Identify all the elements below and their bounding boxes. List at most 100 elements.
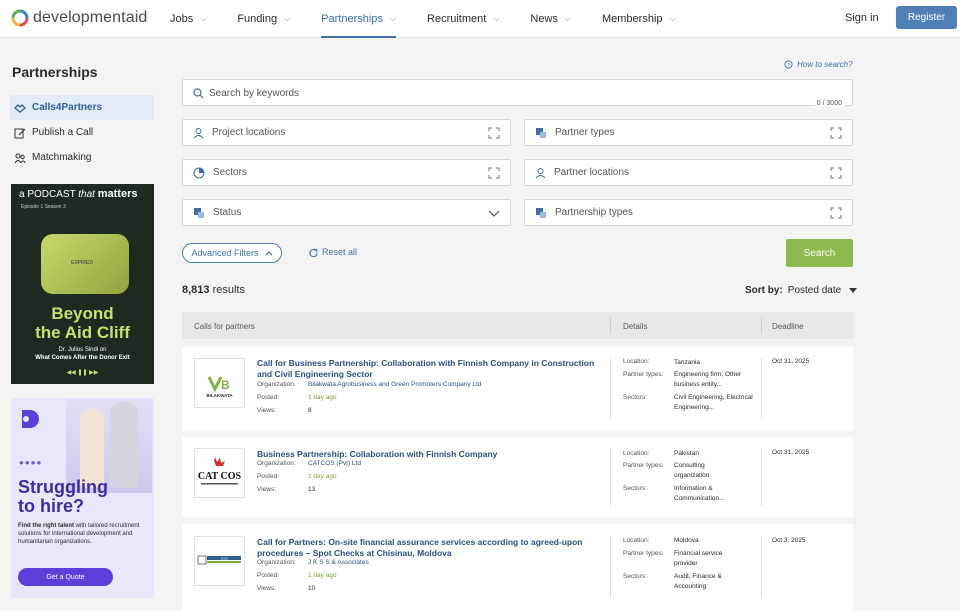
column-deadline: Deadline [772,322,804,331]
recruitment-ad[interactable]: ●●●● Struggling to hire? Find the right t… [11,398,154,598]
podcast-ad-topline-b: that [78,189,95,200]
views-field: Views: 8 [257,407,312,414]
partner-types-value: Engineering firm, Other business entity.… [674,371,742,388]
field-label: Views: [257,407,277,414]
sectors-value: Civil Engineering, Electrical Engineerin… [674,394,753,411]
nav-funding-label: Funding [237,13,278,25]
call-title-link[interactable]: Call for Partners: On-site financial ass… [257,537,609,559]
field-label: Views: [257,585,277,592]
field-label: Organization: [257,381,296,388]
chevron-down-icon: ⌵ [564,14,571,23]
podcast-ad-topline: a PODCAST that matters [19,188,138,200]
posted-value: 1 day ago [308,394,337,401]
pie-chart-icon [193,167,205,178]
field-label: Organization: [257,559,296,566]
sidebar-item-publish-a-call[interactable]: Publish a Call [10,120,154,145]
sidebar-item-matchmaking[interactable]: Matchmaking [10,145,154,170]
people-icon [14,153,26,163]
filter-partnership-types[interactable]: Partnership types [524,199,853,226]
sidebar-title: Partnerships [12,64,98,80]
nav-partnerships[interactable]: Partnerships ⌵ [321,0,396,38]
sort-label: Sort by: [745,285,783,296]
advanced-filters-label: Advanced Filters [191,248,259,258]
podcast-ad-topline-a: a PODCAST [19,189,76,200]
posted-field: Posted: 1 day ago [257,394,337,401]
column-divider [761,536,762,598]
table-row[interactable]: JKSS Call for Partners: On-site financia… [182,524,853,611]
register-button[interactable]: Register [896,6,957,29]
table-row[interactable]: B BILAKWATA Call for Business Partnershi… [182,347,853,431]
location-pin-icon [193,127,204,138]
views-value: 13 [308,486,316,493]
expand-icon [488,127,500,139]
sidebar-item-calls4partners[interactable]: Calls4Partners [10,95,154,120]
logo-text: BILAKWATA [206,393,233,398]
status-icon [194,207,204,218]
call-title-link[interactable]: Business Partnership: Collaboration with… [257,449,609,460]
filter-project-locations[interactable]: Project locations [182,119,511,146]
search-input[interactable] [209,84,769,102]
call-title-link[interactable]: Call for Business Partnership: Collabora… [257,358,609,380]
organization-logo: JKSS [194,536,245,586]
catcos-logo: CAT COS [198,457,242,485]
deadline-value: Oct 31, 2025 [772,449,810,456]
player-controls-icon: ◀◀ ❚❚ ▶▶ [66,370,99,376]
filter-sectors[interactable]: Sectors [182,159,511,186]
filter-partner-locations[interactable]: Partner locations [524,159,853,186]
partner-types-label: Partner types: [623,550,664,557]
sort-by-control[interactable]: Sort by: Posted date [745,285,858,296]
location-label: Location: [623,450,650,457]
results-table-header: Calls for partners Details Deadline [182,312,853,339]
hire-headline-1: Struggling [18,477,108,497]
views-field: Views: 10 [257,585,315,592]
advanced-filters-button[interactable]: Advanced Filters [182,243,282,263]
chevron-down-icon: ⌵ [669,14,676,23]
organization-link[interactable]: CATCOS (Pvt) Ltd [308,460,361,467]
search-icon [193,88,204,99]
posted-field: Posted: 1 day ago [257,572,337,579]
podcast-episode: Episode 1 Season 3 [21,204,66,210]
site-logo[interactable]: developmentaid [11,8,147,28]
chevron-down-icon [488,210,500,217]
nav-partnerships-label: Partnerships [321,13,383,25]
hire-headline: Struggling to hire? [18,478,108,516]
podcast-host: Dr. Julius Sindi on [58,347,107,353]
nav-jobs-label: Jobs [170,13,194,25]
filter-label: Partner types [555,127,615,138]
partner-types-label: Partner types: [623,462,664,469]
get-a-quote-button[interactable]: Get a Quote [18,568,113,586]
expand-icon [830,207,842,219]
table-row[interactable]: CAT COS Business Partnership: Collaborat… [182,437,853,517]
how-to-search-link[interactable]: ? How to search? [784,60,853,69]
nav-membership[interactable]: Membership ⌵ [602,0,676,38]
deadline-value: Oct 3, 2025 [772,537,806,544]
organization-link[interactable]: Bilakwata Agrobusiness and Green Promote… [308,381,481,388]
organization-link[interactable]: J K S S & Associates [308,559,369,566]
results-label: results [212,284,245,296]
svg-text:?: ? [787,63,790,69]
column-divider [610,448,611,506]
keyword-search-box: 0 / 3000 [182,79,853,107]
podcast-ad[interactable]: a PODCAST that matters Episode 1 Season … [11,184,154,384]
reset-all-link[interactable]: Reset all [309,247,357,257]
nav-news[interactable]: News ⌵ [530,0,571,38]
reset-all-label: Reset all [322,247,358,257]
filter-label: Project locations [212,127,286,138]
podcast-headline-2: the Aid Cliff [35,323,130,342]
search-button[interactable]: Search [786,239,853,267]
filter-partner-types[interactable]: Partner types [524,119,853,146]
filter-status[interactable]: Status [182,199,511,226]
results-number: 8,813 [182,284,210,296]
sign-in-link[interactable]: Sign in [845,12,879,24]
field-label: Posted: [257,473,280,480]
nav-jobs[interactable]: Jobs ⌵ [170,0,206,38]
handshake-icon [14,103,26,113]
nav-recruitment-label: Recruitment [427,13,487,25]
nav-membership-label: Membership [601,13,663,25]
nav-funding[interactable]: Funding ⌵ [237,0,290,38]
column-divider [761,317,762,334]
caret-down-icon [849,288,858,293]
filter-label: Status [213,207,242,218]
nav-recruitment[interactable]: Recruitment ⌵ [427,0,499,38]
column-divider [610,317,611,334]
